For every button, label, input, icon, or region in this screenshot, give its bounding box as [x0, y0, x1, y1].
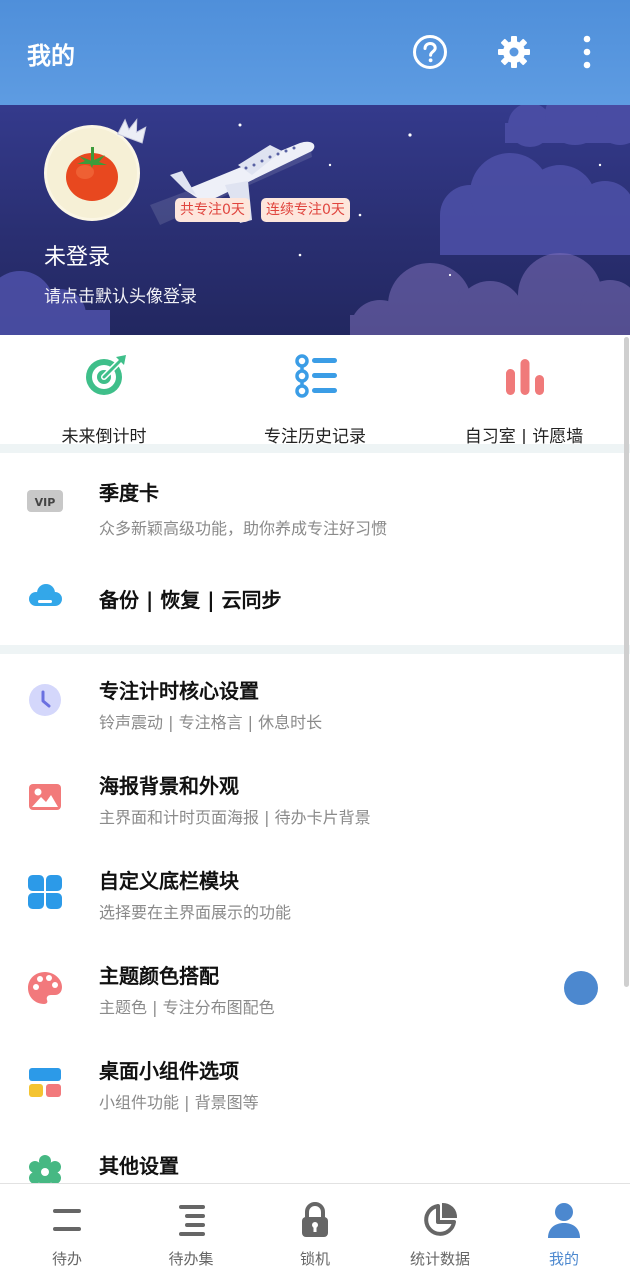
list-item-timer-settings[interactable]: 专注计时核心设置 铃声震动 | 专注格言 | 休息时长: [0, 655, 620, 747]
list-item-backup-title: 备份 | 恢复 | 云同步: [99, 588, 282, 612]
widget-icon: [29, 1068, 61, 1097]
page-title: 我的: [27, 42, 75, 70]
clover-icon: [28, 875, 62, 909]
tab-todo-set-label: 待办集: [168, 1250, 214, 1268]
list-item-theme[interactable]: 主题颜色搭配 主题色 | 专注分布图配色: [0, 940, 620, 1032]
settings-flower-icon: [29, 1155, 61, 1183]
list-item-other-title: 其他设置: [99, 1154, 179, 1178]
tab-lock-label: 锁机: [299, 1250, 330, 1268]
list-item-bottom-bar[interactable]: 自定义底栏模块 选择要在主界面展示的功能: [0, 845, 620, 937]
list-item-timer-settings-subtitle: 铃声震动 | 专注格言 | 休息时长: [99, 713, 323, 732]
list-item-poster[interactable]: 海报背景和外观 主界面和计时页面海报 | 待办卡片背景: [0, 750, 620, 842]
floating-dot-button[interactable]: [564, 971, 598, 1005]
bar-chart-icon: [506, 359, 544, 395]
list-item-theme-subtitle: 主题色 | 专注分布图配色: [99, 998, 275, 1017]
tab-stats-label: 统计数据: [409, 1250, 470, 1268]
list-item-bottom-bar-subtitle: 选择要在主界面展示的功能: [99, 903, 292, 922]
profile-banner[interactable]: 共专注0天 连续专注0天 未登录 请点击默认头像登录: [0, 105, 630, 335]
todo-set-icon: [179, 1205, 205, 1236]
user-icon: [548, 1203, 580, 1238]
list-item-widget-title: 桌面小组件选项: [99, 1059, 239, 1083]
streak-badge: 连续专注0天: [261, 198, 350, 222]
list-item-vip-title: 季度卡: [99, 481, 159, 505]
cloud-icon: [29, 584, 62, 606]
tab-todo-label: 待办: [51, 1250, 82, 1268]
clock-icon: [29, 684, 61, 716]
quick-action-countdown[interactable]: 未来倒计时: [4, 349, 204, 447]
more-vertical-icon: [583, 35, 591, 69]
quick-actions: 未来倒计时 专注历史记录 自习室 | 许愿墙: [0, 335, 630, 447]
svg-text:VIP: VIP: [35, 496, 56, 509]
app-bar: 我的: [0, 0, 630, 105]
tomato-avatar-icon: [66, 147, 118, 201]
list-item-bottom-bar-title: 自定义底栏模块: [99, 869, 239, 893]
history-list-icon: [295, 354, 337, 398]
palette-icon: [28, 972, 62, 1004]
list-item-vip[interactable]: VIP 季度卡 众多新颖高级功能，助你养成专注好习惯: [0, 455, 620, 547]
help-button[interactable]: [408, 30, 452, 74]
todo-icon: [53, 1209, 81, 1231]
lock-icon: [302, 1201, 328, 1237]
quick-action-study-room[interactable]: 自习室 | 许愿墙: [424, 349, 624, 447]
list-item-widget-subtitle: 小组件功能 | 背景图等: [99, 1093, 259, 1112]
section-divider: [0, 444, 630, 453]
tab-me[interactable]: 我的: [501, 1184, 627, 1280]
target-icon: [86, 355, 126, 395]
list-item-theme-title: 主题颜色搭配: [99, 964, 219, 988]
tab-todo[interactable]: 待办: [4, 1184, 130, 1280]
bottom-nav: 待办 待办集 锁机 统计数据 我的: [0, 1183, 630, 1280]
tab-stats[interactable]: 统计数据: [377, 1184, 503, 1280]
settings-button[interactable]: [492, 30, 536, 74]
more-button[interactable]: [565, 30, 609, 74]
user-name: 未登录: [44, 245, 111, 270]
total-focus-badge: 共专注0天: [175, 198, 250, 222]
tab-lock[interactable]: 锁机: [252, 1184, 378, 1280]
tab-me-label: 我的: [548, 1250, 579, 1268]
quick-action-history[interactable]: 专注历史记录: [215, 349, 415, 447]
section-divider: [0, 645, 630, 654]
tab-todo-set[interactable]: 待办集: [128, 1184, 254, 1280]
vip-icon: VIP: [27, 490, 63, 512]
help-icon: [413, 35, 447, 69]
list-item-widget[interactable]: 桌面小组件选项 小组件功能 | 背景图等: [0, 1035, 620, 1127]
list-item-poster-subtitle: 主界面和计时页面海报 | 待办卡片背景: [99, 808, 371, 827]
list-item-backup[interactable]: 备份 | 恢复 | 云同步: [0, 553, 620, 645]
gear-icon: [498, 36, 530, 68]
list-item-other[interactable]: 其他设置: [0, 1130, 620, 1183]
login-hint: 请点击默认头像登录: [44, 287, 197, 307]
list-item-poster-title: 海报背景和外观: [99, 774, 239, 798]
list-item-timer-settings-title: 专注计时核心设置: [99, 679, 259, 703]
scrollbar[interactable]: [624, 337, 629, 987]
pie-chart-icon: [424, 1202, 458, 1236]
list-item-vip-subtitle: 众多新颖高级功能，助你养成专注好习惯: [99, 519, 388, 538]
image-icon: [29, 784, 61, 810]
